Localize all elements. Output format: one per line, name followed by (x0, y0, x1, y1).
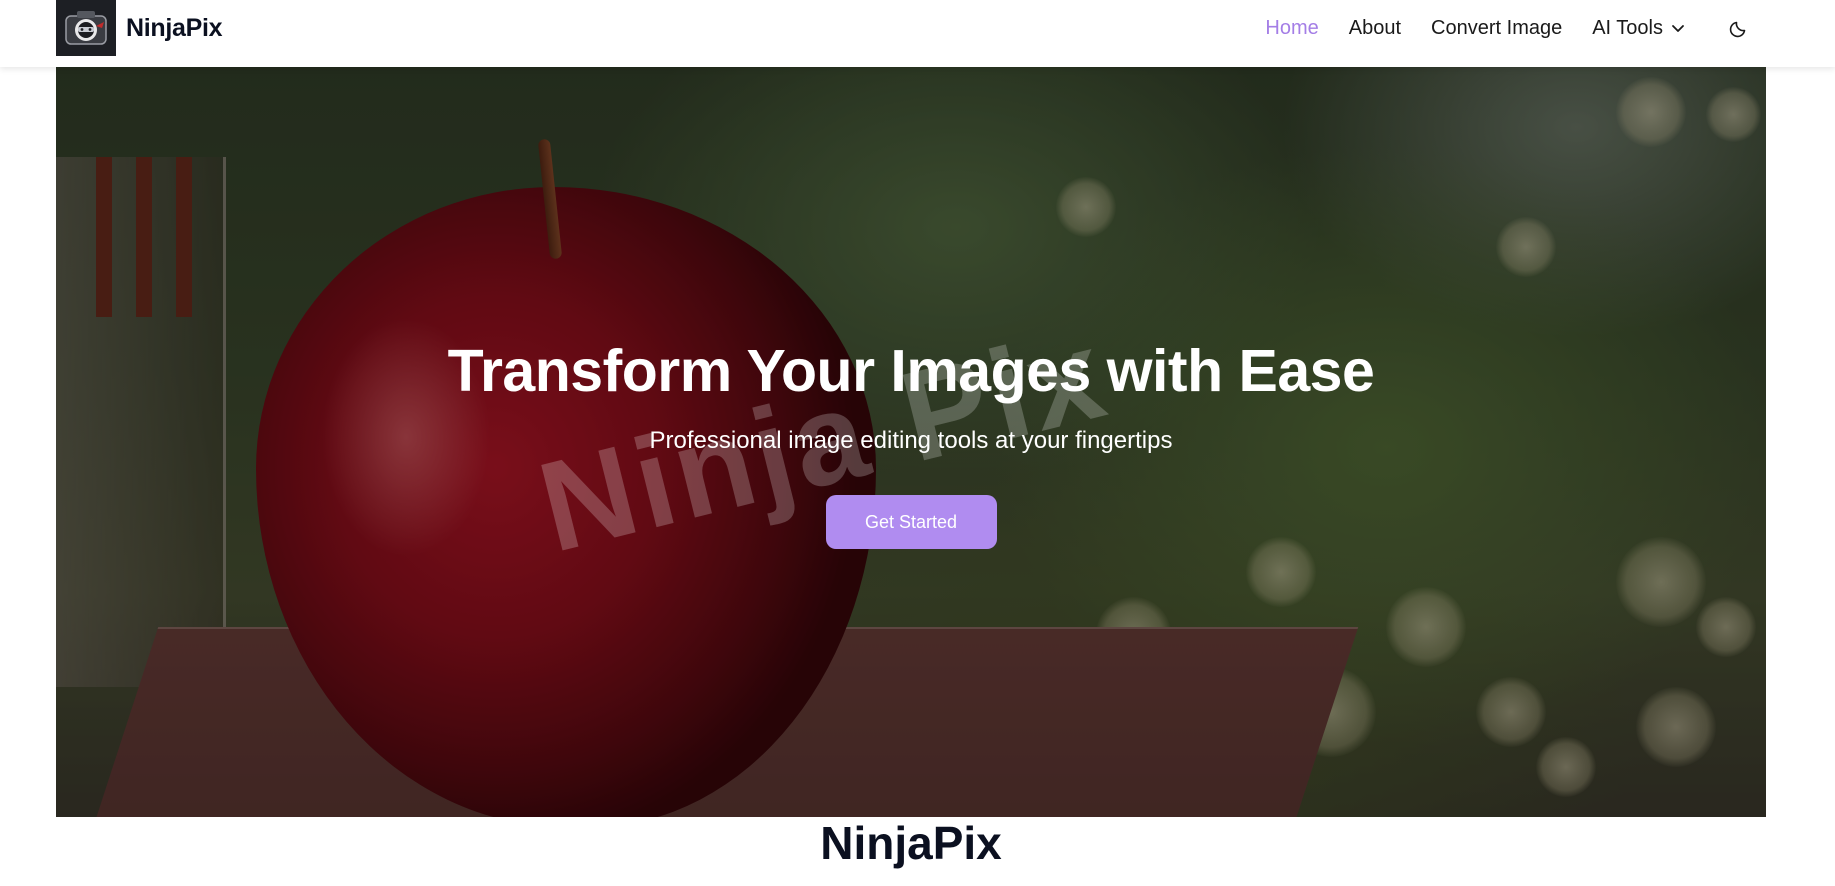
hero-subtitle: Professional image editing tools at your… (649, 427, 1173, 454)
section-title: NinjaPix (820, 817, 1002, 869)
hero-banner: Ninja Pix Transform Your Images with Eas… (56, 67, 1766, 817)
nav-link-convert-image[interactable]: Convert Image (1431, 17, 1562, 40)
brand-name: NinjaPix (126, 13, 223, 42)
chevron-down-icon (1672, 25, 1684, 32)
camera-logo-icon (56, 0, 116, 56)
moon-icon (1729, 21, 1746, 38)
nav-dropdown-label: AI Tools (1592, 16, 1663, 39)
hero-title: Transform Your Images with Ease (447, 338, 1375, 404)
navbar: NinjaPix Home About Convert Image AI Too… (0, 0, 1835, 67)
nav-dropdown-ai-tools[interactable]: AI Tools (1592, 17, 1685, 40)
brand-link[interactable]: NinjaPix (56, 0, 223, 56)
theme-toggle-button[interactable] (1727, 16, 1751, 40)
nav-link-about[interactable]: About (1349, 17, 1401, 40)
get-started-button[interactable]: Get Started (825, 495, 997, 549)
main-nav: Home About Convert Image AI Tools (1265, 0, 1835, 56)
nav-link-home[interactable]: Home (1265, 17, 1318, 40)
hero-content: Transform Your Images with Ease Professi… (56, 337, 1766, 549)
